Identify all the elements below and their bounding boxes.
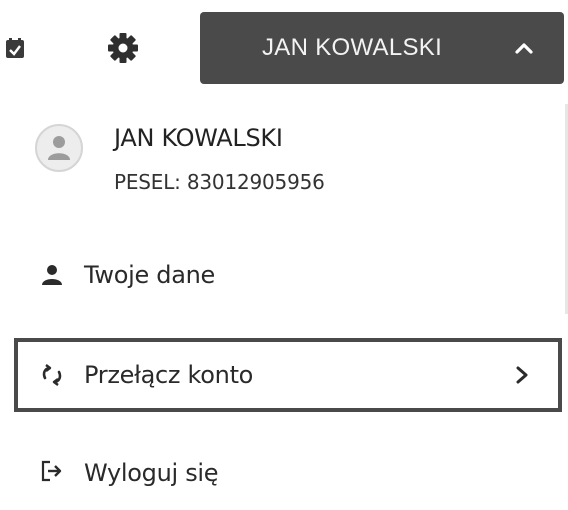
menu-item-switch-account[interactable]: Przełącz konto bbox=[14, 338, 562, 412]
avatar-user-icon bbox=[35, 124, 83, 172]
user-icon bbox=[40, 263, 64, 287]
menu-item-logout[interactable]: Wyloguj się bbox=[14, 434, 562, 508]
chevron-up-icon bbox=[512, 36, 536, 60]
menu-item-label: Twoje dane bbox=[84, 261, 215, 289]
switch-account-icon bbox=[40, 363, 64, 387]
top-bar: JAN KOWALSKI bbox=[0, 0, 568, 100]
user-menu-button-label: JAN KOWALSKI bbox=[262, 34, 443, 61]
profile-summary: JAN KOWALSKI PESEL: 83012905956 bbox=[30, 118, 550, 208]
gear-icon[interactable] bbox=[107, 32, 139, 64]
chevron-right-icon bbox=[511, 363, 533, 387]
profile-name: JAN KOWALSKI bbox=[114, 124, 283, 152]
profile-pesel: PESEL: 83012905956 bbox=[114, 170, 325, 194]
account-dropdown-panel: JAN KOWALSKI PESEL: 83012905956 Twoje da… bbox=[0, 100, 568, 487]
user-menu-button[interactable]: JAN KOWALSKI bbox=[200, 12, 564, 84]
menu-item-your-data[interactable]: Twoje dane bbox=[14, 238, 562, 312]
logout-icon bbox=[40, 459, 64, 483]
calendar-icon[interactable] bbox=[6, 38, 24, 58]
menu-item-label: Przełącz konto bbox=[84, 361, 254, 389]
menu-item-label: Wyloguj się bbox=[84, 459, 219, 487]
